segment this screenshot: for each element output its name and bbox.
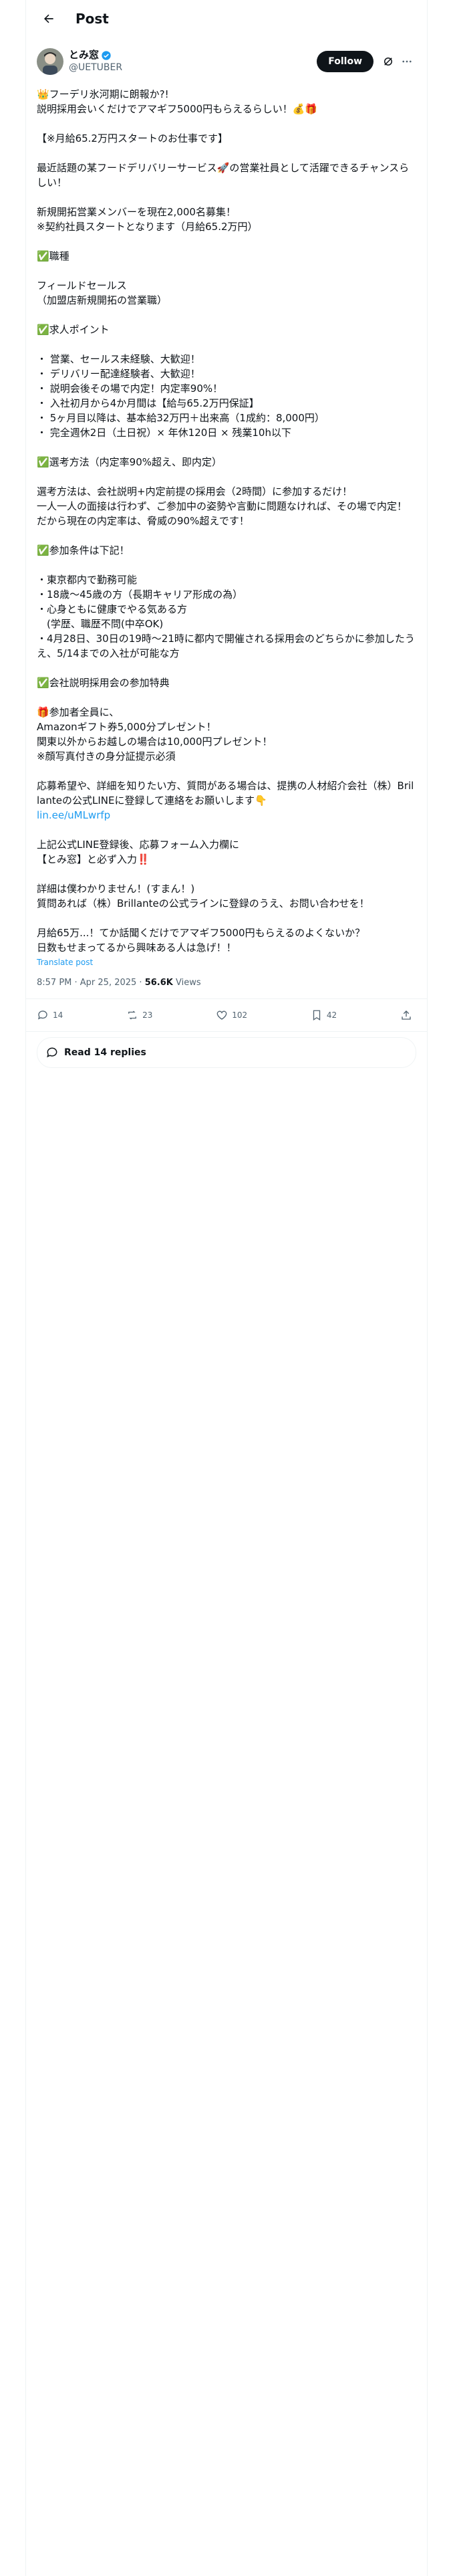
post-meta: 8:57 PM · Apr 25, 2025 · 56.6K Views — [26, 968, 427, 999]
view-count: 56.6K — [144, 978, 173, 988]
like-count: 102 — [232, 1010, 248, 1020]
bookmark-button[interactable]: 42 — [311, 1009, 337, 1021]
repost-button[interactable]: 23 — [126, 1009, 152, 1021]
post-text-main: 👑フーデリ氷河期に朗報か?! 説明採用会いくだけでアマギフ5000円もらえるらし… — [37, 88, 415, 807]
grok-icon — [384, 58, 392, 66]
grok-button[interactable] — [379, 51, 398, 72]
author-display-name[interactable]: とみ窓 — [69, 49, 99, 62]
author-display-name-row[interactable]: とみ窓 — [69, 49, 317, 62]
back-arrow-icon — [44, 14, 53, 23]
follow-button[interactable]: Follow — [317, 51, 373, 72]
author-row: とみ窓 @UETUBER Follow — [26, 37, 427, 78]
action-bar: 14 23 102 42 — [26, 999, 427, 1032]
share-icon — [402, 1010, 411, 1020]
verified-badge-icon — [102, 50, 111, 60]
like-button[interactable]: 102 — [216, 1009, 247, 1021]
post-timestamp[interactable]: 8:57 PM · Apr 25, 2025 · — [37, 978, 145, 988]
post-text-tail: 上記公式LINE登録後、応募フォーム入力欄に 【とみ窓】と必ず入力‼️ 詳細は僕… — [37, 839, 369, 954]
reply-icon — [37, 1010, 47, 1020]
repost-icon — [128, 1010, 137, 1020]
bookmark-icon — [313, 1010, 321, 1021]
author-handle[interactable]: @UETUBER — [69, 62, 317, 74]
read-replies-label: Read 14 replies — [64, 1047, 146, 1058]
top-bar: Post — [26, 0, 427, 37]
heart-icon — [216, 1010, 227, 1020]
read-replies-button[interactable]: Read 14 replies — [37, 1037, 416, 1068]
post-text: 👑フーデリ氷河期に朗報か?! 説明採用会いくだけでアマギフ5000円もらえるらし… — [26, 78, 427, 955]
post-page: Post とみ窓 @UETUBER Follow 👑フーデリ氷河期に朗報か?! … — [25, 0, 428, 2576]
views-label: Views — [172, 978, 201, 988]
reply-bubble-icon — [47, 1047, 57, 1058]
line-link[interactable]: lin.ee/uMLwrfp — [37, 809, 110, 821]
bookmark-count: 42 — [326, 1010, 337, 1020]
page-title: Post — [76, 11, 109, 27]
avatar[interactable] — [37, 48, 63, 75]
author-names: とみ窓 @UETUBER — [69, 49, 317, 74]
reply-count: 14 — [53, 1010, 63, 1020]
reply-button[interactable]: 14 — [37, 1009, 63, 1021]
back-button[interactable] — [37, 7, 61, 31]
more-options-button[interactable] — [398, 51, 416, 72]
repost-count: 23 — [142, 1010, 153, 1020]
translate-post-link[interactable]: Translate post — [26, 955, 427, 968]
more-dots-icon — [402, 60, 412, 63]
share-button[interactable] — [400, 1009, 416, 1021]
